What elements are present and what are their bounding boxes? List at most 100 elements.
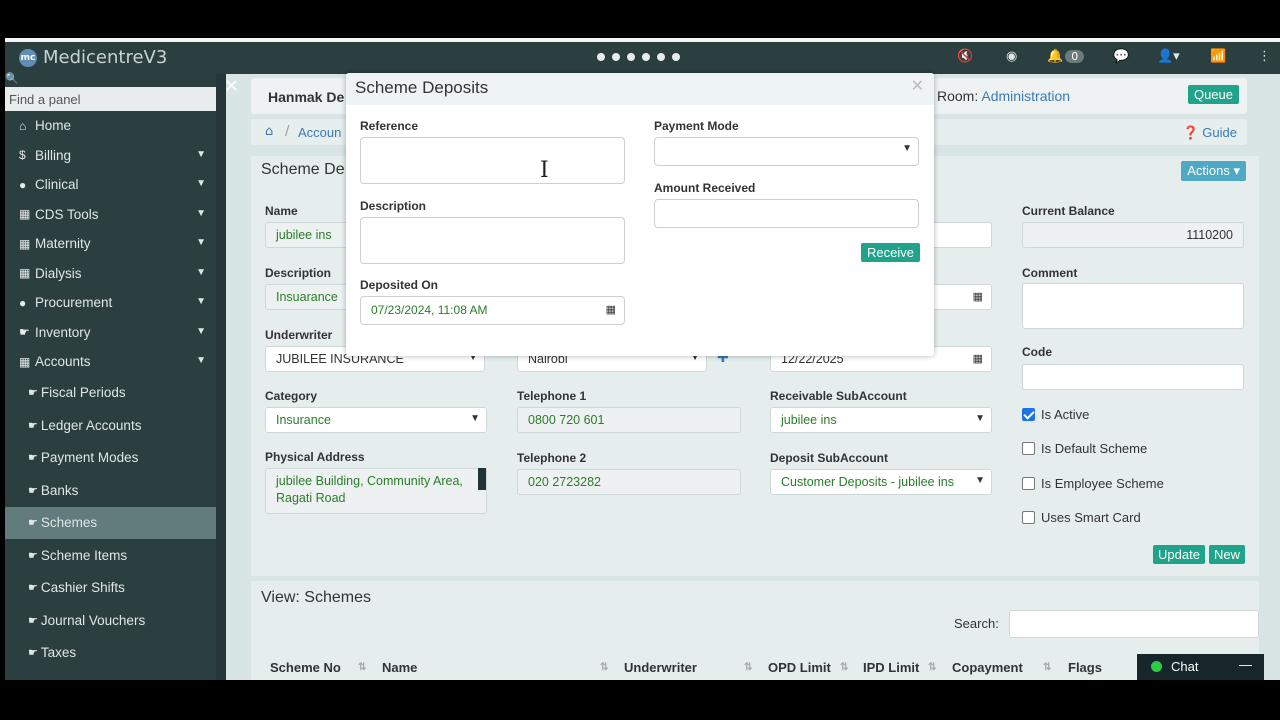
- smart-card-checkbox[interactable]: Uses Smart Card: [1022, 510, 1141, 525]
- thumb-icon: ☛: [28, 549, 38, 562]
- sidebar-sub-schemes[interactable]: ☛ Schemes: [5, 506, 216, 539]
- calendar-icon: ▦: [19, 207, 31, 222]
- checkbox-icon: [1022, 477, 1035, 490]
- new-button[interactable]: New: [1209, 545, 1246, 564]
- sidebar-sub-journal-vouchers[interactable]: ☛ Journal Vouchers: [5, 604, 216, 637]
- navbar: mc MedicentreV3 🔇 ◉ 🔔 0 💬 👤▾ 📶 ⋮: [5, 42, 1280, 74]
- chevron-down-icon: ▼: [196, 237, 206, 248]
- checkbox-checked-icon: [1022, 408, 1035, 421]
- current-balance-label: Current Balance: [1022, 204, 1115, 218]
- sidebar-sub-scheme-items[interactable]: ☛ Scheme Items: [5, 539, 216, 572]
- sort-icon: ⇅: [928, 662, 937, 673]
- telephone2-field[interactable]: 020 2723282: [517, 469, 741, 495]
- chevron-down-icon: ▼: [196, 148, 206, 160]
- col-copayment[interactable]: Copayment ⇅: [952, 660, 1051, 675]
- deposit-subaccount-label: Deposit SubAccount: [770, 451, 889, 465]
- amount-received-input[interactable]: [654, 199, 919, 228]
- deposit-subaccount-select[interactable]: Customer Deposits - jubilee ins ▼: [770, 469, 992, 495]
- receive-button[interactable]: Receive: [861, 243, 920, 262]
- is-employee-checkbox[interactable]: Is Employee Scheme: [1022, 476, 1164, 491]
- code-field[interactable]: [1022, 364, 1244, 390]
- sidebar-sub-taxes[interactable]: ☛ Taxes: [5, 637, 216, 670]
- sidebar-item-cds-tools[interactable]: ▦ CDS Tools ▼: [5, 200, 216, 230]
- sidebar-item-procurement[interactable]: ● Procurement ▼: [5, 288, 216, 318]
- category-select[interactable]: Insurance ▼: [265, 407, 487, 433]
- deposited-on-input[interactable]: 07/23/2024, 11:08 AM ▦: [360, 296, 625, 325]
- chevron-down-icon: ▼: [196, 178, 206, 189]
- breadcrumb-accounts[interactable]: Accoun: [298, 125, 341, 140]
- table-header: Scheme No ⇅ Name ⇅ Underwriter ⇅ OPD Limit ⇅…: [266, 654, 1259, 681]
- chat-icon[interactable]: 💬: [1113, 49, 1129, 64]
- sidebar-sub-cashier-shifts[interactable]: ☛ Cashier Shifts: [5, 572, 216, 605]
- is-default-checkbox[interactable]: Is Default Scheme: [1022, 441, 1147, 456]
- user-icon[interactable]: 👤▾: [1157, 49, 1180, 64]
- sidebar-item-home[interactable]: ⌂ Home: [5, 111, 216, 141]
- thumb-icon: ☛: [28, 452, 38, 465]
- question-icon: ❓: [1182, 125, 1199, 140]
- chevron-down-icon: ▼: [196, 207, 206, 219]
- physical-address-label: Physical Address: [265, 450, 365, 464]
- sidebar-item-billing[interactable]: $ Billing ▼: [5, 141, 216, 171]
- thumb-icon: ☛: [19, 325, 30, 340]
- queue-button[interactable]: Queue: [1187, 85, 1239, 104]
- brand[interactable]: mc MedicentreV3: [19, 47, 167, 68]
- chat-widget[interactable]: Chat —: [1137, 654, 1264, 680]
- sort-icon: ⇅: [1043, 662, 1052, 673]
- form-title: Scheme De: [261, 161, 345, 178]
- close-icon[interactable]: ✕: [911, 76, 924, 95]
- col-scheme-no[interactable]: Scheme No ⇅: [270, 660, 366, 675]
- user-circle-icon[interactable]: ◉: [1006, 49, 1017, 64]
- home-icon[interactable]: ⌂: [265, 124, 273, 139]
- sidebar-sub-payment-modes[interactable]: ☛ Payment Modes: [5, 442, 216, 475]
- find-panel-input[interactable]: [5, 87, 216, 111]
- sidebar-sub-fiscal-periods[interactable]: ☛ Fiscal Periods: [5, 377, 216, 410]
- sort-icon: ⇅: [600, 662, 609, 673]
- sidebar-item-clinical[interactable]: ● Clinical ▼: [5, 170, 216, 200]
- sidebar-item-maternity[interactable]: ▦ Maternity ▼: [5, 229, 216, 259]
- home-icon: ⌂: [19, 118, 27, 133]
- modal-header: Scheme Deposits ✕: [346, 73, 934, 105]
- thumb-icon: ☛: [28, 419, 38, 432]
- code-label: Code: [1022, 345, 1052, 359]
- sidebar-item-accounts[interactable]: ▦ Accounts ▼: [5, 347, 216, 377]
- user-icon: ●: [19, 295, 27, 310]
- table-search-input[interactable]: [1009, 610, 1259, 638]
- receivable-subaccount-select[interactable]: jubilee ins ▼: [770, 407, 992, 433]
- update-button[interactable]: Update: [1153, 545, 1205, 564]
- minimize-icon[interactable]: —: [1239, 657, 1252, 672]
- col-underwriter[interactable]: Underwriter ⇅: [624, 660, 752, 675]
- room-indicator: Room: Administration: [937, 88, 1071, 104]
- comment-field[interactable]: [1022, 283, 1244, 329]
- sidebar-item-inventory[interactable]: ☛ Inventory ▼: [5, 318, 216, 348]
- reference-input[interactable]: [360, 137, 625, 184]
- modal-description-input[interactable]: [360, 217, 625, 264]
- col-ipd-limit[interactable]: IPD Limit ⇅: [863, 660, 936, 675]
- chevron-down-icon: ▼: [975, 475, 985, 486]
- close-panel-icon[interactable]: ✕: [224, 76, 239, 97]
- sidebar: ⌂Home $Billing▼ ●Clinical▼ ▦CDS Tools▼ ▦…: [5, 86, 216, 680]
- physical-address-field[interactable]: jubilee Building, Community Area, Ragati…: [265, 468, 487, 514]
- is-active-checkbox[interactable]: Is Active: [1022, 407, 1089, 422]
- col-flags[interactable]: Flags: [1068, 660, 1102, 675]
- payment-mode-select[interactable]: ▼: [654, 137, 919, 166]
- telephone1-field[interactable]: 0800 720 601: [517, 407, 741, 433]
- telephone1-label: Telephone 1: [517, 389, 587, 403]
- col-name[interactable]: Name ⇅: [382, 660, 608, 675]
- breadcrumb-separator: /: [285, 124, 290, 139]
- sidebar-sub-ledger-accounts[interactable]: ☛ Ledger Accounts: [5, 409, 216, 442]
- sidebar-scrollbar[interactable]: [216, 74, 226, 680]
- description-label: Description: [265, 266, 332, 280]
- calendar-icon: ▦: [19, 236, 31, 251]
- sidebar-item-dialysis[interactable]: ▦ Dialysis ▼: [5, 259, 216, 289]
- address-scrollbar[interactable]: [478, 468, 486, 490]
- room-value[interactable]: Administration: [981, 88, 1070, 104]
- col-opd-limit[interactable]: OPD Limit ⇅: [768, 660, 848, 675]
- current-balance-field: 1110200: [1022, 222, 1244, 248]
- bell-icon[interactable]: 🔔 0: [1047, 49, 1085, 64]
- more-icon[interactable]: ⋮: [1258, 49, 1271, 64]
- actions-button[interactable]: Actions ▾: [1181, 161, 1246, 181]
- sidebar-sub-banks[interactable]: ☛ Banks: [5, 474, 216, 507]
- guide-link[interactable]: ❓ Guide: [1182, 125, 1237, 141]
- checkbox-icon: [1022, 511, 1035, 524]
- mic-off-icon[interactable]: 🔇: [957, 49, 973, 64]
